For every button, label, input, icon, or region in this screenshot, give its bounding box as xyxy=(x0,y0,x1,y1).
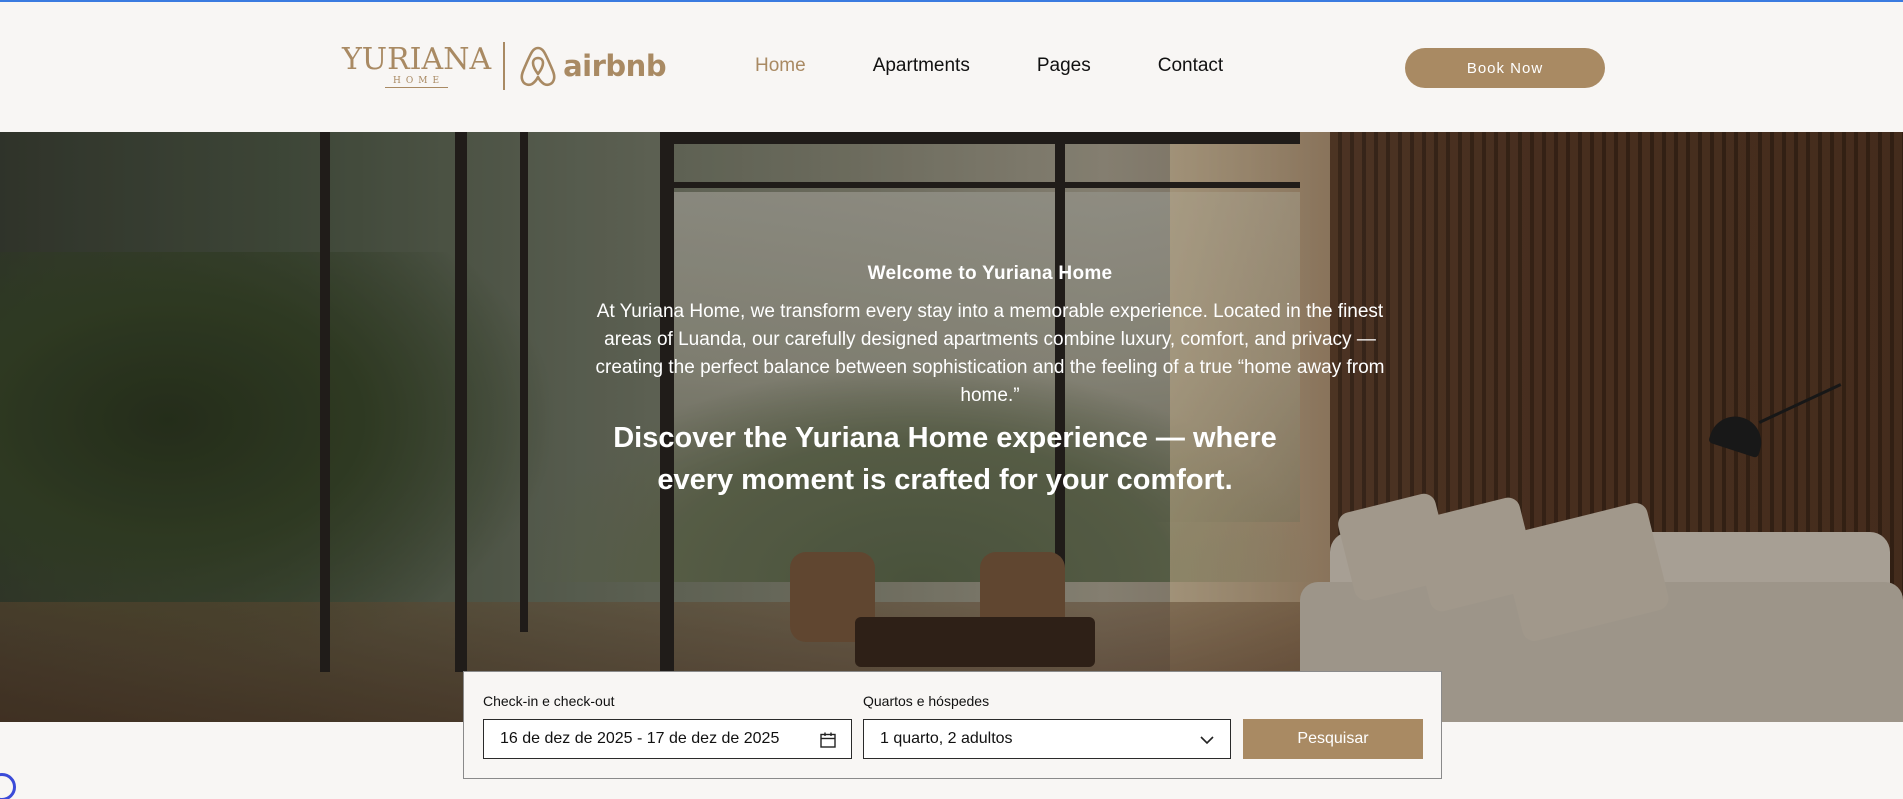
airbnb-word: airbnb xyxy=(563,49,667,83)
chevron-down-icon xyxy=(1200,736,1214,745)
nav-item-apartments[interactable]: Apartments xyxy=(873,54,970,78)
logo-word: YURIANA xyxy=(342,41,492,77)
nav-item-pages[interactable]: Pages xyxy=(1037,54,1091,78)
logo-sub: HOME xyxy=(385,76,449,88)
main-nav: Home Apartments Pages Contact xyxy=(755,54,1223,78)
dates-label: Check-in e check-out xyxy=(483,693,615,709)
nav-item-home[interactable]: Home xyxy=(755,54,806,78)
airbnb-icon xyxy=(520,46,556,87)
hero-headline: Discover the Yuriana Home experience — w… xyxy=(613,422,1277,496)
book-now-button[interactable]: Book Now xyxy=(1405,48,1605,88)
site-header: YURIANA HOME airbnb Home Apartments Page… xyxy=(0,2,1903,132)
floating-widget-icon[interactable] xyxy=(0,773,16,799)
hero-title: Welcome to Yuriana Home xyxy=(867,263,1113,284)
hero-text: Welcome to Yuriana Home At Yuriana Home,… xyxy=(595,263,1385,410)
dates-field[interactable]: 16 de dez de 2025 - 17 de dez de 2025 xyxy=(483,719,852,759)
guests-label: Quartos e hóspedes xyxy=(863,693,990,709)
brand-logo[interactable]: YURIANA HOME airbnb xyxy=(342,40,667,92)
yuriana-logo: YURIANA HOME xyxy=(342,41,492,88)
airbnb-logo: airbnb xyxy=(519,45,667,87)
guests-select[interactable]: 1 quarto, 2 adultos xyxy=(863,719,1231,759)
logo-divider xyxy=(503,42,506,90)
hero-description: At Yuriana Home, we transform every stay… xyxy=(595,301,1385,406)
dates-value: 16 de dez de 2025 - 17 de dez de 2025 xyxy=(500,730,780,747)
search-button[interactable]: Pesquisar xyxy=(1243,719,1423,759)
calendar-icon xyxy=(820,732,836,748)
booking-bar: Check-in e check-out 16 de dez de 2025 -… xyxy=(463,671,1442,779)
nav-item-contact[interactable]: Contact xyxy=(1158,54,1223,78)
guests-value: 1 quarto, 2 adultos xyxy=(880,730,1013,747)
